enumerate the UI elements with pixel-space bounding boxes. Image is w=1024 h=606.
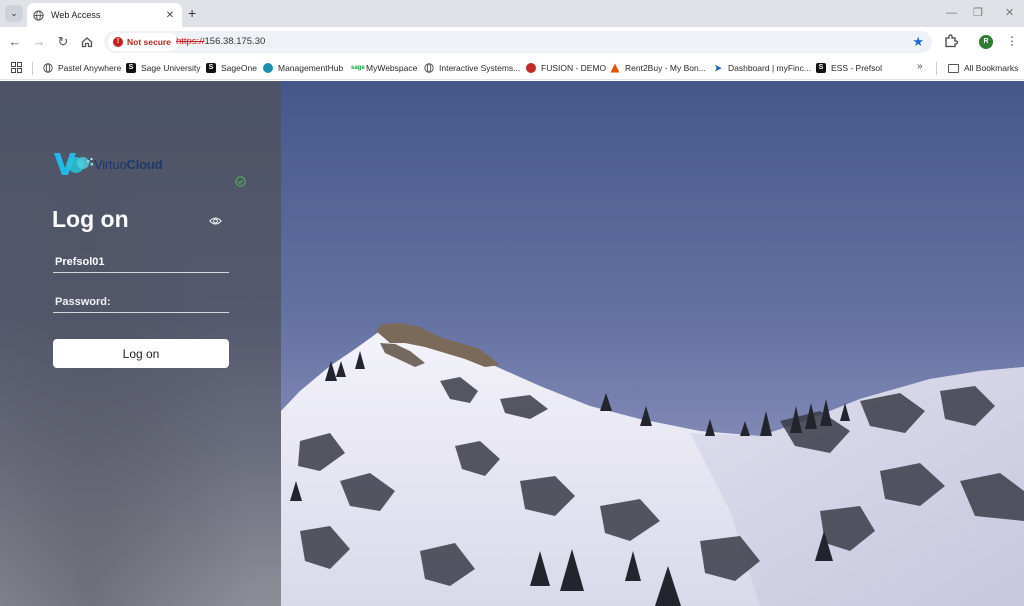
reload-button[interactable]: ↻ — [55, 34, 71, 50]
url-protocol: https:// — [176, 36, 205, 47]
url-host: 156.38.175.30 — [204, 36, 266, 47]
home-button[interactable] — [79, 34, 95, 52]
forward-button[interactable]: → — [31, 34, 47, 50]
bookmark-sage-university[interactable]: S Sage University — [126, 61, 201, 75]
bookmark-label: Sage University — [141, 63, 201, 73]
tab-strip: ⌄ Web Access ✕ + — ❐ ✕ — [0, 0, 1024, 27]
minimize-button[interactable]: — — [946, 6, 957, 20]
bookmark-label: FUSION - DEMO — [541, 63, 607, 73]
apps-grid-icon[interactable] — [11, 62, 22, 73]
show-password-eye-icon[interactable] — [209, 216, 222, 226]
hub-icon — [263, 63, 273, 73]
bookmarks-separator — [936, 62, 937, 75]
bookmark-label: SageOne — [221, 63, 257, 73]
bookmark-managementhub[interactable]: ManagementHub — [263, 61, 343, 75]
globe-icon — [33, 9, 44, 21]
kebab-menu-icon[interactable]: ⋮ — [1006, 33, 1018, 49]
username-field[interactable] — [53, 251, 229, 273]
logo-bold: Cloud — [126, 157, 163, 172]
folder-icon — [948, 63, 959, 73]
bookmarks-separator — [32, 62, 33, 75]
bookmark-ess-prefsol[interactable]: S ESS - Prefsol — [816, 61, 882, 75]
bookmark-rent2buy[interactable]: Rent2Buy - My Bon... — [610, 61, 706, 75]
check-circle-icon — [235, 176, 246, 187]
logo-text: VirtuoCloud — [94, 157, 163, 172]
page-content: VirtuoCloud Log on Log on — [0, 81, 1024, 606]
bookmark-interactive-systems[interactable]: Interactive Systems... — [424, 61, 520, 75]
back-button[interactable]: ← — [7, 34, 23, 50]
bookmark-label: Pastel Anywhere — [58, 63, 122, 73]
browser-toolbar: ← → ↻ ! Not secure https://156.38.175.30… — [0, 27, 1024, 57]
more-bookmarks-icon[interactable]: » — [917, 61, 923, 72]
page-title: Log on — [52, 206, 129, 232]
all-bookmarks-button[interactable]: All Bookmarks — [948, 61, 1018, 75]
chevron-down-icon: ⌄ — [10, 8, 18, 18]
bookmark-label: Dashboard | myFinc... — [728, 63, 811, 73]
url-text[interactable]: https://156.38.175.30 — [176, 36, 265, 47]
logon-button[interactable]: Log on — [53, 339, 229, 368]
username-input[interactable] — [53, 251, 229, 272]
fusion-icon — [526, 63, 536, 73]
logo-prefix: Virtuo — [94, 157, 127, 172]
password-input[interactable] — [53, 291, 229, 312]
tab-search-button[interactable]: ⌄ — [5, 5, 23, 22]
sage-logo-icon: sage — [351, 65, 365, 71]
bookmark-label: ESS - Prefsol — [831, 63, 883, 73]
sage-icon: S — [206, 63, 216, 73]
security-chip[interactable]: ! Not secure — [108, 33, 178, 51]
restore-button[interactable]: ❐ — [973, 6, 983, 20]
triangle-icon — [610, 63, 620, 73]
all-bookmarks-label: All Bookmarks — [964, 63, 1019, 73]
bookmark-sageone[interactable]: S SageOne — [206, 61, 257, 75]
sage-icon: S — [816, 63, 826, 73]
not-secure-icon: ! — [113, 37, 123, 47]
bookmark-mywebspace[interactable]: sage MyWebspace — [351, 61, 417, 75]
tab-web-access[interactable]: Web Access ✕ — [27, 3, 182, 27]
plane-icon: ➤ — [714, 63, 722, 73]
home-icon — [81, 37, 93, 48]
globe-icon — [424, 63, 434, 73]
bookmark-fusion-demo[interactable]: FUSION - DEMO — [526, 61, 606, 75]
bookmark-label: MyWebspace — [366, 63, 418, 73]
bookmark-dashboard-myfinc[interactable]: ➤ Dashboard | myFinc... — [713, 61, 811, 75]
password-field[interactable] — [53, 291, 229, 313]
tab-title: Web Access — [51, 10, 101, 20]
new-tab-button[interactable]: + — [188, 5, 196, 21]
close-window-button[interactable]: ✕ — [1005, 6, 1014, 20]
profile-avatar[interactable]: R — [979, 35, 993, 49]
extensions-icon[interactable] — [944, 34, 958, 48]
virtuocloud-logo-icon — [54, 153, 93, 175]
security-label: Not secure — [127, 37, 171, 47]
virtuocloud-logo: VirtuoCloud — [52, 147, 182, 177]
address-bar[interactable]: ! Not secure https://156.38.175.30 ★ — [104, 31, 932, 53]
close-tab-icon[interactable]: ✕ — [164, 10, 176, 21]
bookmark-label: Rent2Buy - My Bon... — [625, 63, 706, 73]
bookmark-star-icon[interactable]: ★ — [912, 33, 924, 51]
sage-icon: S — [126, 63, 136, 73]
bookmark-label: ManagementHub — [278, 63, 344, 73]
bookmark-label: Interactive Systems... — [439, 63, 521, 73]
bookmarks-bar: Pastel Anywhere S Sage University S Sage… — [0, 57, 1024, 80]
bookmark-pastel-anywhere[interactable]: Pastel Anywhere — [43, 61, 121, 75]
globe-icon — [43, 63, 53, 73]
